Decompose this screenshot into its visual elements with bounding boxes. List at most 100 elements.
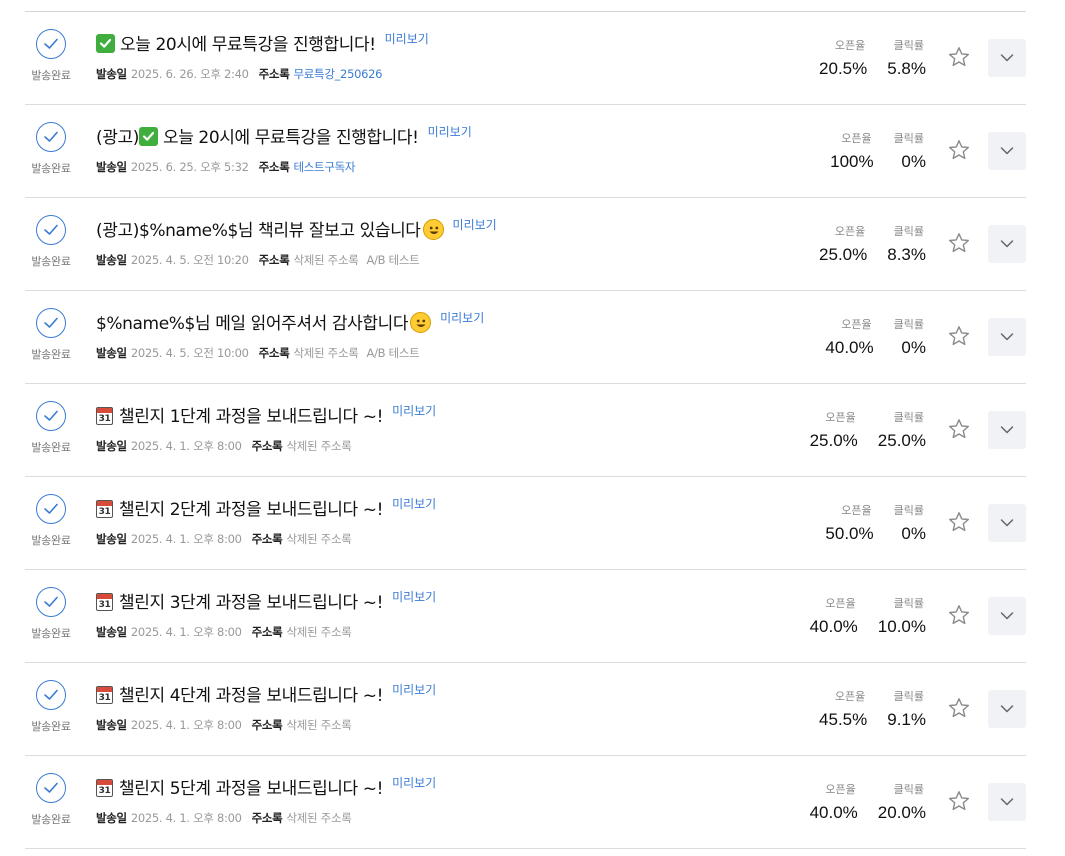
address-book-label: 주소록 [251,625,283,639]
check-mark-icon [96,33,115,53]
status-label: 발송완료 [31,813,71,826]
preview-link[interactable]: 미리보기 [392,588,436,605]
check-circle-icon [36,773,66,803]
campaign-row[interactable]: 발송완료 31 챌린지 4단계 과정을 보내드립니다 ~! 미리보기 발송일 202… [25,663,1026,756]
address-book-name: 삭제된 주소록 [286,625,352,639]
campaign-row[interactable]: 발송완료 31 챌린지 1단계 과정을 보내드립니다 ~! 미리보기 발송일 202… [25,384,1026,477]
campaign-row[interactable]: 발송완료 $%name%$님 메일 읽어주셔서 감사합니다 미리보기 발송일 20… [25,291,1026,384]
preview-link[interactable]: 미리보기 [392,495,436,512]
address-book-name[interactable]: 테스트구독자 [293,160,355,174]
preview-link[interactable]: 미리보기 [385,30,429,47]
check-circle-icon [36,122,66,152]
campaign-title[interactable]: 31 챌린지 3단계 과정을 보내드립니다 ~! [96,588,383,613]
address-book-name: 삭제된 주소록 [293,253,359,267]
open-rate: 오픈율 25.0% [819,223,867,265]
campaign-title[interactable]: 31 챌린지 5단계 과정을 보내드립니다 ~! [96,774,383,799]
check-circle-icon [36,215,66,245]
star-icon[interactable] [947,138,971,162]
address-book-label: 주소록 [258,346,290,360]
expand-button[interactable] [988,783,1026,821]
expand-button[interactable] [988,39,1026,77]
star-icon[interactable] [947,231,971,255]
preview-link[interactable]: 미리보기 [453,216,497,233]
calendar-icon: 31 [96,406,113,425]
campaign-row[interactable]: 발송완료 오늘 20시에 무료특강을 진행합니다! 미리보기 발송일 2025. … [25,12,1026,105]
campaign-title[interactable]: 오늘 20시에 무료특강을 진행합니다! [96,30,376,55]
expand-button[interactable] [988,318,1026,356]
open-rate-value: 20.5% [819,59,868,78]
expand-button[interactable] [988,411,1026,449]
calendar-icon: 31 [96,499,113,518]
star-icon[interactable] [947,789,971,813]
campaign-title[interactable]: 31 챌린지 2단계 과정을 보내드립니다 ~! [96,495,383,520]
smile-icon [422,218,444,240]
click-rate-value: 25.0% [877,431,926,450]
check-circle-icon [36,29,66,59]
preview-link[interactable]: 미리보기 [428,123,472,140]
open-rate-label: 오픈율 [834,225,866,238]
send-date: 2025. 4. 1. 오후 8:00 [130,811,242,825]
campaign-title[interactable]: (광고) 오늘 20시에 무료특강을 진행합니다! [96,123,419,148]
campaign-info: 오늘 20시에 무료특강을 진행합니다! 미리보기 발송일 2025. 6. 26… [96,29,786,82]
title-line: 31 챌린지 1단계 과정을 보내드립니다 ~! 미리보기 [96,401,786,427]
meta-line: 발송일 2025. 4. 1. 오후 8:00 주소록 삭제된 주소록 [96,531,786,547]
send-date: 2025. 6. 25. 오후 5:32 [130,160,249,174]
check-circle-icon [36,401,66,431]
click-rate-label: 클릭률 [893,39,924,52]
open-rate-label: 오픈율 [841,132,872,145]
meta-line: 발송일 2025. 4. 1. 오후 8:00 주소록 삭제된 주소록 [96,717,786,733]
address-book-label: 주소록 [251,532,283,546]
address-book-name[interactable]: 무료특강_250626 [293,67,382,81]
title-line: 31 챌린지 3단계 과정을 보내드립니다 ~! 미리보기 [96,587,786,613]
star-icon[interactable] [947,417,971,441]
open-rate-value: 40.0% [825,338,874,357]
campaign-row[interactable]: 발송완료 31 챌린지 5단계 과정을 보내드립니다 ~! 미리보기 발송일 202… [25,756,1026,849]
address-book-label: 주소록 [258,253,290,267]
check-circle-icon [36,494,66,524]
open-rate-label: 오픈율 [841,504,872,517]
open-rate-label: 오픈율 [834,690,866,703]
click-rate-value: 10.0% [877,617,926,636]
campaign-row[interactable]: 발송완료 (광고)$%name%$님 책리뷰 잘보고 있습니다 미리보기 발송일… [25,198,1026,291]
smile-icon [410,311,432,333]
expand-button[interactable] [988,225,1026,263]
star-icon[interactable] [947,324,971,348]
campaign-info: 31 챌린지 2단계 과정을 보내드립니다 ~! 미리보기 발송일 2025. 4.… [96,494,786,547]
status-label: 발송완료 [31,441,71,454]
meta-line: 발송일 2025. 6. 26. 오후 2:40 주소록 무료특강_250626 [96,66,786,82]
stats: 오픈율 25.0% 클릭률 8.3% [799,223,926,265]
expand-button[interactable] [988,690,1026,728]
send-date-label: 발송일 [96,439,127,453]
campaign-title[interactable]: $%name%$님 메일 읽어주셔서 감사합니다 [96,309,432,334]
preview-link[interactable]: 미리보기 [440,309,484,326]
expand-button[interactable] [988,132,1026,170]
star-icon[interactable] [947,603,971,627]
preview-link[interactable]: 미리보기 [392,402,436,419]
chevron-down-icon [1000,426,1014,434]
expand-button[interactable] [988,504,1026,542]
campaign-row[interactable]: 발송완료 31 챌린지 2단계 과정을 보내드립니다 ~! 미리보기 발송일 202… [25,477,1026,570]
open-rate-label: 오픈율 [825,597,856,610]
star-icon[interactable] [947,696,971,720]
open-rate: 오픈율 100% [830,130,873,172]
campaign-title[interactable]: (광고)$%name%$님 책리뷰 잘보고 있습니다 [96,216,444,241]
preview-link[interactable]: 미리보기 [392,774,436,791]
click-rate-label: 클릭률 [893,504,924,517]
title-prefix: (광고) [96,127,139,148]
star-icon[interactable] [947,510,971,534]
campaign-row[interactable]: 발송완료 31 챌린지 3단계 과정을 보내드립니다 ~! 미리보기 발송일 202… [25,570,1026,663]
campaign-title[interactable]: 31 챌린지 1단계 과정을 보내드립니다 ~! [96,402,383,427]
send-date-label: 발송일 [96,67,127,81]
click-rate-label: 클릭률 [893,690,924,703]
open-rate-value: 40.0% [809,617,858,636]
campaign-row[interactable]: 발송완료 (광고) 오늘 20시에 무료특강을 진행합니다! 미리보기 발송일 20… [25,105,1026,198]
expand-button[interactable] [988,597,1026,635]
stats: 오픈율 40.0% 클릭률 20.0% [790,781,926,823]
campaign-title[interactable]: 31 챌린지 4단계 과정을 보내드립니다 ~! [96,681,383,706]
star-icon[interactable] [947,45,971,69]
preview-link[interactable]: 미리보기 [392,681,436,698]
meta-line: 발송일 2025. 4. 1. 오후 8:00 주소록 삭제된 주소록 [96,810,786,826]
chevron-down-icon [1000,612,1014,620]
send-date: 2025. 4. 5. 오전 10:00 [130,346,249,360]
title-text: (광고)$%name%$님 책리뷰 잘보고 있습니다 [96,220,421,241]
